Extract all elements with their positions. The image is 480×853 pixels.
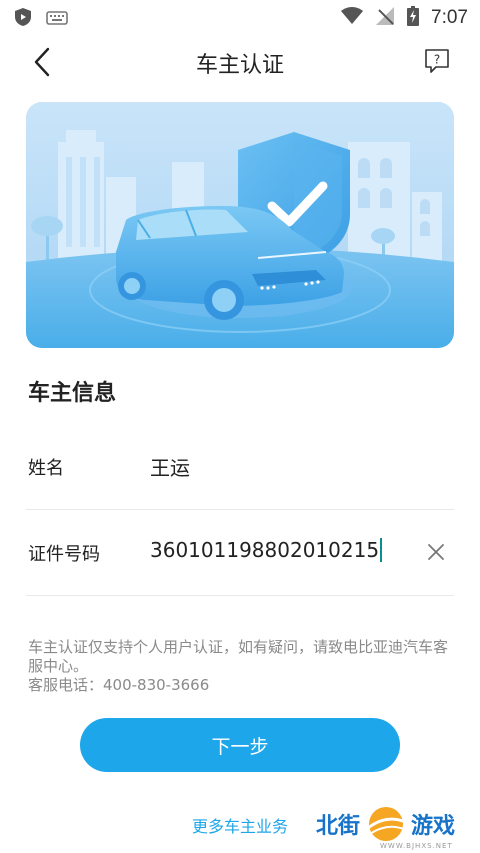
- id-number-label: 证件号码: [28, 544, 100, 565]
- svg-text:?: ?: [434, 53, 440, 67]
- customer-service-phone: 客服电话：400-830-3666: [28, 676, 210, 694]
- no-signal-icon: [375, 6, 395, 30]
- car-verification-banner: [26, 102, 454, 348]
- watermark-logo-icon: [367, 807, 407, 841]
- text-caret: [380, 538, 383, 562]
- clear-input-button[interactable]: [424, 540, 448, 564]
- id-number-row: 证件号码 360101198802010215: [26, 510, 454, 596]
- status-time: 7:07: [431, 7, 468, 28]
- notice-line-1: 车主认证仅支持个人用户认证，如有疑问，请致电比亚迪汽车客服中心。: [28, 638, 449, 675]
- name-value: 王运: [150, 456, 190, 480]
- battery-charging-icon: [407, 6, 420, 30]
- help-question-icon: ?: [425, 49, 449, 73]
- nav-bar: 车主认证 ?: [0, 34, 480, 90]
- car-shield-illustration: [26, 102, 454, 348]
- section-title: 车主信息: [28, 381, 117, 406]
- shield-status-icon: [14, 7, 32, 31]
- name-row: 姓名 王运: [26, 424, 454, 510]
- id-number-value: 360101198802010215: [150, 538, 380, 562]
- status-bar: 7:07: [0, 0, 480, 34]
- more-owner-services-link[interactable]: 更多车主业务: [192, 813, 288, 837]
- watermark: 北街 游戏 WWW.BJHXS.NET: [308, 800, 480, 853]
- watermark-site: WWW.BJHXS.NET: [380, 842, 453, 850]
- watermark-text-right: 游戏: [411, 814, 456, 839]
- watermark-text-left: 北街: [316, 814, 361, 839]
- help-button[interactable]: ?: [424, 48, 450, 74]
- keyboard-status-icon: [46, 10, 68, 29]
- wifi-icon: [341, 7, 364, 29]
- name-label: 姓名: [28, 458, 64, 479]
- id-number-input[interactable]: 360101198802010215: [150, 538, 383, 562]
- notice-text: 车主认证仅支持个人用户认证，如有疑问，请致电比亚迪汽车客服中心。 客服电话：40…: [28, 638, 454, 695]
- page-title: 车主认证: [195, 53, 284, 78]
- close-icon: [428, 544, 444, 560]
- next-step-button[interactable]: 下一步: [80, 718, 400, 772]
